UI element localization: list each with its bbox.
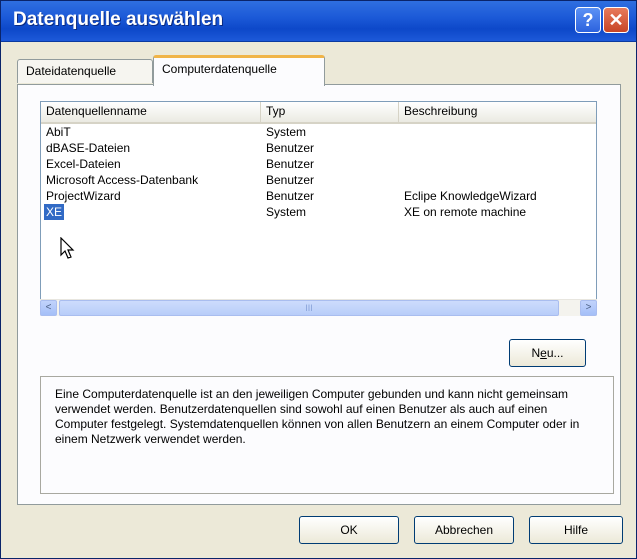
list-item[interactable]: AbiT System xyxy=(41,124,596,140)
cancel-button[interactable]: Abbrechen xyxy=(414,516,514,544)
item-type: Benutzer xyxy=(266,141,315,155)
data-source-list[interactable]: Datenquellenname Typ Beschreibung AbiT S… xyxy=(40,101,597,316)
list-item-selected[interactable]: XE System XE on remote machine xyxy=(41,204,596,220)
ok-button[interactable]: OK xyxy=(299,516,399,544)
item-name: Microsoft Access-Datenbank xyxy=(46,173,199,187)
title-bar[interactable]: Datenquelle auswählen ? ✕ xyxy=(1,1,636,42)
column-header-description[interactable]: Beschreibung xyxy=(399,102,596,122)
item-type: System xyxy=(266,125,307,139)
tab-dateidatenquelle[interactable]: Dateidatenquelle xyxy=(17,59,153,83)
item-description: XE on remote machine xyxy=(404,205,527,219)
help-button[interactable]: Hilfe xyxy=(529,516,623,544)
list-header: Datenquellenname Typ Beschreibung xyxy=(41,102,596,124)
new-button[interactable]: Neu... xyxy=(509,339,586,367)
horizontal-scrollbar[interactable]: < III > xyxy=(40,299,597,316)
dialog-title: Datenquelle auswählen xyxy=(13,9,224,30)
list-item[interactable]: Microsoft Access-Datenbank Benutzer xyxy=(41,172,596,188)
new-button-label-suffix: u... xyxy=(546,346,564,360)
list-item[interactable]: ProjectWizard Benutzer Eclipe KnowledgeW… xyxy=(41,188,596,204)
list-rows: AbiT System dBASE-Dateien Benutzer Excel… xyxy=(41,124,596,220)
mouse-cursor-icon xyxy=(60,237,75,259)
item-name: AbiT xyxy=(46,125,71,139)
info-text: Eine Computerdatenquelle ist an den jewe… xyxy=(40,376,614,494)
item-name: dBASE-Dateien xyxy=(46,141,131,155)
column-header-type[interactable]: Typ xyxy=(261,102,399,122)
item-name: XE xyxy=(44,204,65,220)
item-type: Benutzer xyxy=(266,189,315,203)
column-header-name[interactable]: Datenquellenname xyxy=(41,102,261,122)
scroll-right-icon[interactable]: > xyxy=(580,300,597,316)
list-item[interactable]: Excel-Dateien Benutzer xyxy=(41,156,596,172)
close-icon[interactable]: ✕ xyxy=(603,7,629,33)
dialog-window: Datenquelle auswählen ? ✕ Dateidatenquel… xyxy=(0,0,637,559)
tab-computerdatenquelle[interactable]: Computerdatenquelle xyxy=(153,55,325,86)
item-type: Benutzer xyxy=(266,173,315,187)
scroll-left-icon[interactable]: < xyxy=(40,300,57,316)
item-description: Eclipe KnowledgeWizard xyxy=(404,189,537,203)
item-name: Excel-Dateien xyxy=(46,157,121,171)
item-name: ProjectWizard xyxy=(46,189,121,203)
new-button-label: N xyxy=(531,346,541,360)
scroll-thumb[interactable]: III xyxy=(59,300,559,316)
help-icon[interactable]: ? xyxy=(575,7,601,33)
list-item[interactable]: dBASE-Dateien Benutzer xyxy=(41,140,596,156)
item-type: Benutzer xyxy=(266,157,315,171)
new-button-accelerator: e xyxy=(540,346,547,360)
item-type: System xyxy=(266,205,307,219)
